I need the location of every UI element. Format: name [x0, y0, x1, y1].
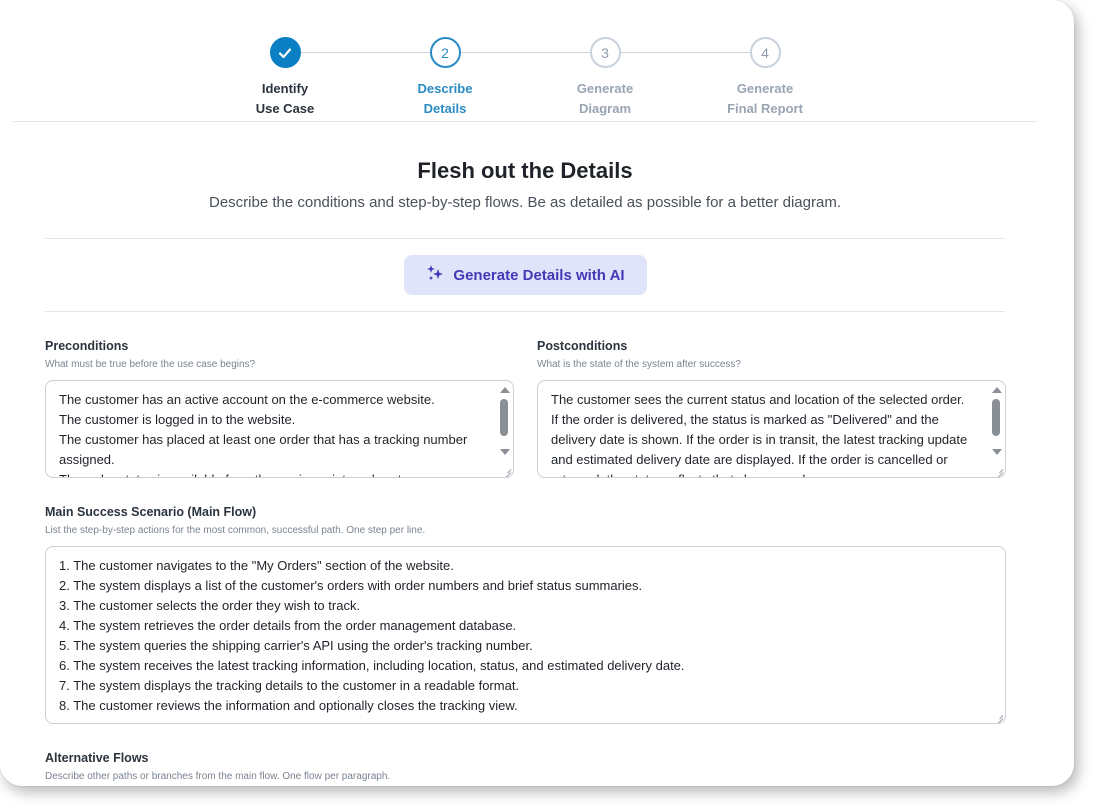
preconditions-label: Preconditions	[45, 339, 129, 353]
step-identify-use-case[interactable]: Identify Use Case	[225, 37, 345, 119]
postconditions-textarea[interactable]: The customer sees the current status and…	[537, 380, 1006, 478]
scroll-thumb[interactable]	[992, 399, 1000, 436]
step-number: 3	[589, 37, 621, 68]
divider	[45, 238, 1005, 239]
generate-details-ai-label: Generate Details with AI	[453, 266, 625, 284]
wizard-card: Identify Use Case 2 Describe Details 3 G…	[0, 0, 1074, 786]
step-label: Describe Details	[417, 81, 473, 116]
generate-details-ai-button[interactable]: Generate Details with AI	[404, 255, 647, 295]
step-number: 4	[749, 37, 781, 68]
step-generate-diagram[interactable]: 3 Generate Diagram	[545, 37, 665, 119]
divider	[45, 311, 1005, 312]
progress-stepper: Identify Use Case 2 Describe Details 3 G…	[0, 0, 1074, 122]
postconditions-label: Postconditions	[537, 339, 628, 353]
step-label: Generate Final Report	[727, 81, 803, 116]
preconditions-textarea[interactable]: The customer has an active account on th…	[45, 380, 514, 478]
scroll-down-icon[interactable]	[992, 449, 1002, 455]
scroll-up-icon[interactable]	[992, 387, 1002, 393]
alternative-flows-label: Alternative Flows	[45, 751, 149, 765]
step-describe-details[interactable]: 2 Describe Details	[385, 37, 505, 119]
scroll-down-icon[interactable]	[500, 449, 510, 455]
step-generate-final-report[interactable]: 4 Generate Final Report	[705, 37, 825, 119]
page-subtitle: Describe the conditions and step-by-step…	[208, 194, 841, 211]
scroll-up-icon[interactable]	[500, 387, 510, 393]
postconditions-hint: What is the state of the system after su…	[537, 359, 741, 370]
checkmark-icon	[269, 37, 301, 68]
alternative-flows-hint: Describe other paths or branches from th…	[45, 771, 391, 782]
main-flow-hint: List the step-by-step actions for the mo…	[45, 525, 426, 536]
postconditions-scrollbar[interactable]	[990, 383, 1004, 463]
step-label: Generate Diagram	[576, 81, 634, 116]
resize-handle-icon[interactable]	[994, 712, 1003, 721]
scroll-thumb[interactable]	[500, 399, 508, 436]
postconditions-value: The customer sees the current status and…	[551, 392, 968, 477]
stepper-divider	[13, 121, 1037, 122]
main-flow-label: Main Success Scenario (Main Flow)	[45, 505, 257, 519]
resize-handle-icon[interactable]	[994, 466, 1003, 475]
step-label: Identify Use Case	[255, 81, 315, 116]
resize-handle-icon[interactable]	[502, 466, 511, 475]
sparkles-icon	[426, 264, 444, 286]
preconditions-value: The customer has an active account on th…	[59, 392, 468, 477]
main-flow-value: 1. The customer navigates to the "My Ord…	[59, 558, 685, 713]
preconditions-hint: What must be true before the use case be…	[45, 359, 256, 370]
main-flow-textarea[interactable]: 1. The customer navigates to the "My Ord…	[45, 546, 1006, 724]
preconditions-scrollbar[interactable]	[498, 383, 512, 463]
page-title: Flesh out the Details	[417, 158, 633, 183]
step-number: 2	[429, 37, 461, 68]
